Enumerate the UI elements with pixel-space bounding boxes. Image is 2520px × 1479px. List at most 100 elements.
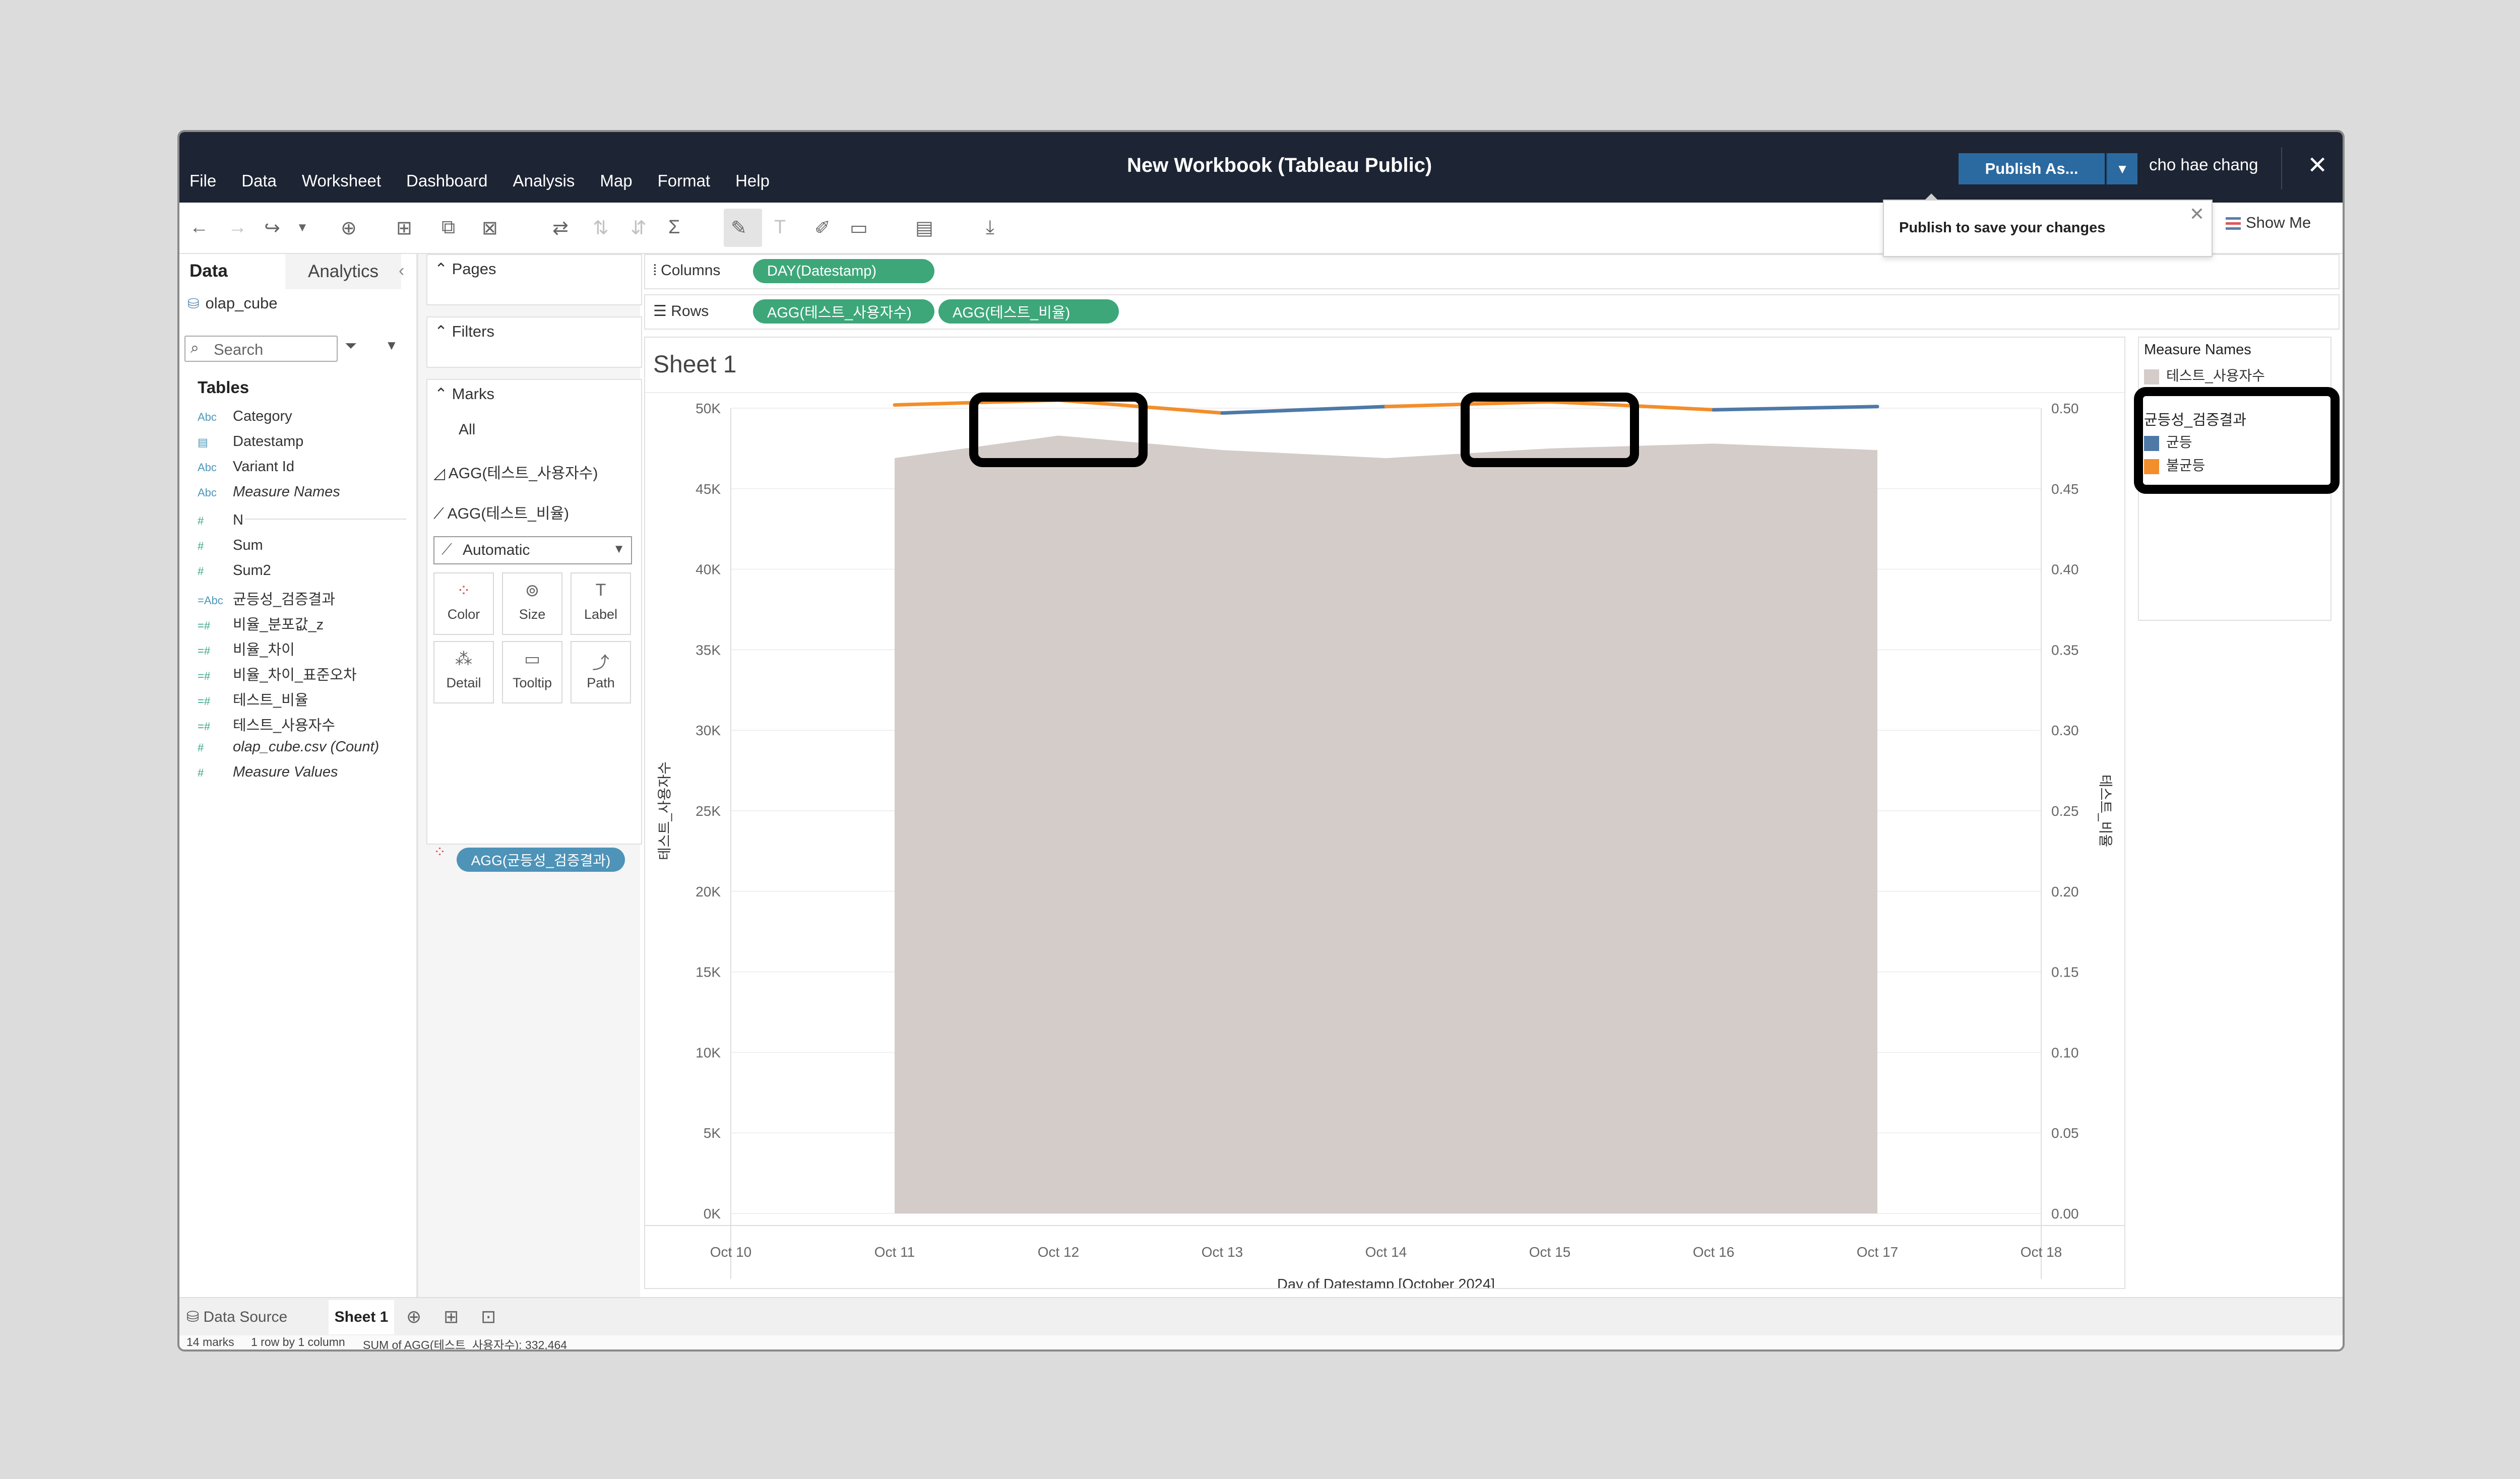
swap-rows-columns-icon[interactable]: ⇄	[552, 217, 569, 239]
marks-all-tab[interactable]: All	[459, 421, 475, 438]
totals-icon[interactable]: Σ	[668, 217, 680, 238]
field-item[interactable]: # Sum	[198, 537, 263, 554]
marks-layer-label: AGG(테스트_사용자수)	[448, 465, 598, 482]
close-icon[interactable]: ✕	[2189, 204, 2204, 225]
clear-sheet-icon[interactable]: ⊠	[482, 217, 498, 239]
sheet-tab[interactable]: Sheet 1	[329, 1300, 394, 1334]
field-item[interactable]: Abc Variant Id	[198, 459, 294, 475]
field-item[interactable]: =# 비율_차이	[198, 638, 295, 659]
field-item[interactable]: # N	[198, 512, 243, 529]
columns-pill[interactable]: DAY(Datestamp)	[753, 259, 934, 283]
field-name: 비율_차이_표준오차	[233, 667, 357, 683]
field-item[interactable]: # olap_cube.csv (Count)	[198, 739, 379, 755]
text-label-icon: T	[595, 581, 606, 600]
tooltip-button[interactable]: ▭ Tooltip	[502, 641, 562, 703]
field-item[interactable]: # Sum2	[198, 562, 271, 579]
redo-icon[interactable]: ↪	[264, 217, 280, 239]
forward-icon[interactable]: →	[228, 217, 247, 238]
number-type-icon: #	[198, 540, 204, 552]
collapse-icon[interactable]: ⌃	[434, 385, 452, 403]
field-item[interactable]: =# 테스트_사용자수	[198, 714, 335, 735]
status-layout: 1 row by 1 column	[251, 1335, 345, 1348]
filter-icon[interactable]: ⏷	[345, 338, 357, 355]
publish-as-button[interactable]: Publish As...	[1959, 153, 2105, 184]
field-item[interactable]: =# 비율_차이_표준오차	[198, 663, 357, 684]
menu-analysis[interactable]: Analysis	[513, 171, 575, 190]
color-dots-icon: ⁘	[433, 844, 447, 861]
chevron-down-icon[interactable]: ▼	[385, 338, 398, 353]
y-right-tick-label: 0.45	[2051, 481, 2079, 497]
download-icon[interactable]: ⤓	[986, 217, 994, 238]
chart[interactable]: 50K 45K 40K 35K 30K 25K 20K 15K 10K 5K 0K 0.50 0.45 0…	[645, 338, 2124, 1288]
search-icon: ⌕	[191, 340, 199, 356]
back-icon[interactable]: ←	[190, 217, 209, 238]
fit-icon[interactable]: ▭	[850, 217, 868, 239]
field-item[interactable]: =Abc 균등성_검증결과	[198, 588, 335, 609]
field-item[interactable]: # Measure Values	[198, 764, 338, 781]
collapse-icon[interactable]: ⌃	[434, 260, 452, 278]
size-button[interactable]: ⊚ Size	[502, 572, 562, 635]
field-item[interactable]: =# 테스트_비율	[198, 688, 308, 710]
new-datasource-icon[interactable]: ⊕	[341, 217, 357, 239]
datasource-item[interactable]: ⛁ olap_cube	[187, 294, 278, 312]
publish-dropdown-button[interactable]: ▼	[2106, 153, 2137, 184]
menu-help[interactable]: Help	[735, 171, 770, 190]
marks-layer-tab[interactable]: ◿ AGG(테스트_사용자수)	[433, 461, 598, 483]
y-right-tick-label: 0.05	[2051, 1125, 2079, 1141]
columns-shelf[interactable]: ⦙ Columns DAY(Datestamp)	[644, 254, 2340, 289]
collapse-icon[interactable]: ‹	[399, 261, 404, 281]
duplicate-sheet-icon[interactable]: ⧉	[442, 217, 455, 238]
field-item[interactable]: ▤ Datestamp	[198, 433, 303, 450]
pages-card[interactable]: ⌃ Pages	[426, 254, 642, 305]
detail-button[interactable]: ⁂ Detail	[433, 641, 494, 703]
color-button[interactable]: ⁘ Color	[433, 572, 494, 635]
y-right-tick-label: 0.30	[2051, 723, 2079, 738]
menu-format[interactable]: Format	[658, 171, 711, 190]
tab-analytics[interactable]: Analytics	[285, 254, 401, 289]
path-icon: ⤴	[592, 654, 609, 673]
collapse-icon[interactable]: ⌃	[434, 323, 452, 340]
divider	[2281, 147, 2282, 189]
highlight-icon[interactable]: ✎	[731, 217, 747, 239]
search-input[interactable]: ⌕ Search	[184, 336, 338, 362]
label-button[interactable]: T Label	[571, 572, 631, 635]
menu-file[interactable]: File	[190, 171, 216, 190]
rows-shelf[interactable]: ☰ Rows AGG(테스트_사용자수) AGG(테스트_비율)	[644, 294, 2340, 330]
mark-type-select[interactable]: ⟋ Automatic ▼	[433, 536, 632, 564]
text-label-icon[interactable]: T	[774, 217, 786, 238]
new-story-icon[interactable]: ⊡	[481, 1306, 496, 1327]
marks-layer-tab[interactable]: ⟋ AGG(테스트_비율)	[433, 501, 569, 523]
area-series-test-users	[895, 435, 1877, 1213]
x-tick-label: Oct 16	[1693, 1244, 1734, 1260]
color-pill[interactable]: AGG(균등성_검증결과)	[457, 848, 625, 872]
show-cards-icon[interactable]: ▤	[915, 217, 933, 239]
menu-map[interactable]: Map	[600, 171, 632, 190]
rows-pill[interactable]: AGG(테스트_사용자수)	[753, 299, 934, 324]
field-item[interactable]: Abc Category	[198, 408, 292, 425]
legend-item[interactable]: 테스트_사용자수	[2144, 365, 2265, 385]
sort-ascending-icon[interactable]: ⇅	[593, 217, 609, 239]
annotate-icon[interactable]: ✐	[814, 217, 831, 239]
sort-descending-icon[interactable]: ⇵	[631, 217, 647, 239]
redo-dropdown-icon[interactable]: ▼	[296, 221, 308, 235]
menu-data[interactable]: Data	[241, 171, 277, 190]
menu-dashboard[interactable]: Dashboard	[406, 171, 487, 190]
menu-worksheet[interactable]: Worksheet	[302, 171, 381, 190]
close-icon[interactable]: ✕	[2307, 151, 2327, 179]
tab-data[interactable]: Data	[190, 261, 228, 281]
data-source-tab-label: Data Source	[203, 1309, 288, 1325]
path-button[interactable]: ⤴ Path	[571, 641, 631, 703]
field-item[interactable]: Abc Measure Names	[198, 484, 340, 500]
new-dashboard-icon[interactable]: ⊞	[444, 1306, 459, 1327]
user-name[interactable]: cho hae chang	[2149, 155, 2258, 174]
filters-card[interactable]: ⌃ Filters	[426, 316, 642, 368]
rows-pill[interactable]: AGG(테스트_비율)	[938, 299, 1119, 324]
new-worksheet-icon[interactable]: ⊞	[396, 217, 412, 239]
columns-text: Columns	[661, 262, 721, 279]
y-right-tick-label: 0.25	[2051, 803, 2079, 819]
new-worksheet-icon[interactable]: ⊕	[406, 1306, 421, 1327]
path-label: Path	[587, 675, 615, 690]
data-source-tab[interactable]: ⛁ Data Source	[186, 1308, 287, 1326]
field-item[interactable]: =# 비율_분포값_z	[198, 613, 324, 634]
show-me-button[interactable]: Show Me	[2226, 214, 2311, 232]
